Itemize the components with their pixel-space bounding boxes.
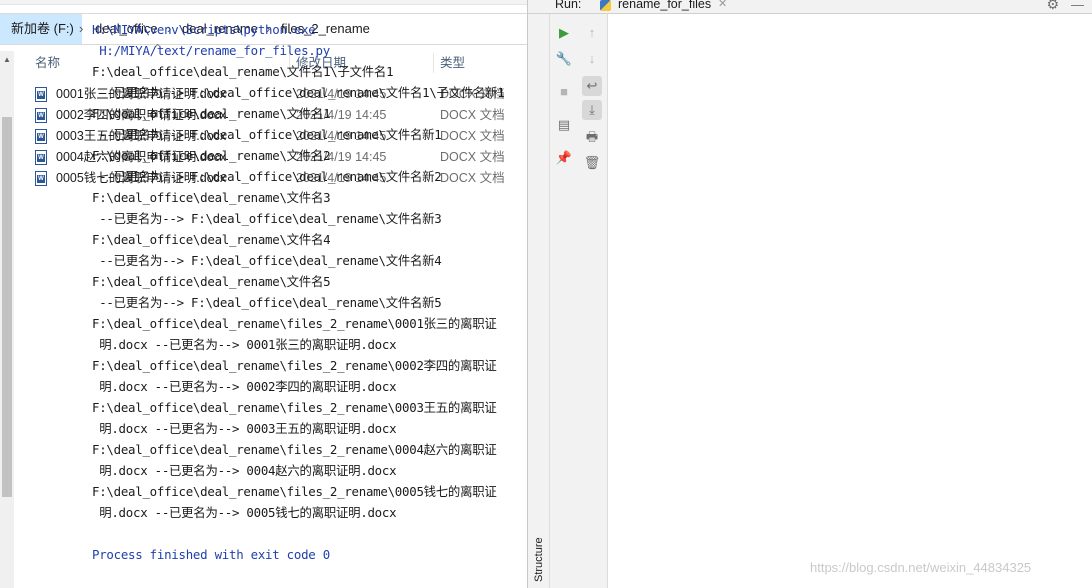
scroll-up-icon[interactable]: ▲ [3, 55, 11, 64]
console-line: H:/MIYA/text/rename_for_files.py [92, 43, 330, 58]
console-output[interactable]: H:\MIYA\venv\Scripts\python.exe H:/MIYA/… [92, 19, 562, 565]
console-line: F:\deal_office\deal_rename\文件名1 [92, 106, 331, 121]
console-line: 明.docx --已更名为--> 0005钱七的离职证明.docx [92, 505, 397, 520]
word-document-icon: W [35, 108, 47, 123]
console-line: F:\deal_office\deal_rename\files_2_renam… [92, 442, 497, 457]
console-line: F:\deal_office\deal_rename\文件名5 [92, 274, 331, 289]
console-exit-line: Process finished with exit code 0 [92, 547, 330, 562]
arrow-down-icon[interactable]: ↓ [582, 49, 602, 69]
word-document-icon: W [35, 171, 47, 186]
run-toolbar-secondary: ↑ ↓ ↩ ⤓ 🖶 🗑 [578, 14, 608, 588]
console-line: 明.docx --已更名为--> 0001张三的离职证明.docx [92, 337, 397, 352]
close-icon[interactable]: ✕ [718, 0, 727, 10]
console-line: F:\deal_office\deal_rename\files_2_renam… [92, 484, 497, 499]
word-document-icon: W [35, 150, 47, 165]
soft-wrap-icon[interactable]: ↩ [582, 76, 602, 96]
console-line: F:\deal_office\deal_rename\files_2_renam… [92, 400, 497, 415]
console-line: 明.docx --已更名为--> 0004赵六的离职证明.docx [92, 463, 397, 478]
print-icon[interactable]: 🖶 [582, 127, 602, 147]
console-line: H:\MIYA\venv\Scripts\python.exe [92, 22, 316, 37]
python-icon [600, 0, 611, 11]
column-header-name[interactable]: 名称 [35, 51, 60, 76]
chevron-right-icon[interactable]: › [79, 14, 83, 44]
ribbon-strip [0, 0, 527, 5]
arrow-up-icon[interactable]: ↑ [582, 23, 602, 43]
word-document-icon: W [35, 87, 47, 102]
console-line: F:\deal_office\deal_rename\文件名1\子文件名1 [92, 64, 394, 79]
console-line: F:\deal_office\deal_rename\文件名3 [92, 190, 331, 205]
word-document-icon: W [35, 129, 47, 144]
minimize-icon[interactable]: — [1071, 0, 1084, 12]
console-line: F:\deal_office\deal_rename\files_2_renam… [92, 316, 497, 331]
console-line: F:\deal_office\deal_rename\文件名4 [92, 232, 331, 247]
breadcrumb-drive[interactable]: 新加卷 (F:) [0, 14, 82, 44]
scrollbar-thumb[interactable] [2, 117, 12, 497]
navigation-pane-scrollbar[interactable]: ▲ [0, 51, 14, 588]
run-tab-label: rename_for_files [618, 0, 712, 11]
console-line: 明.docx --已更名为--> 0003王五的离职证明.docx [92, 421, 397, 436]
console-line: --已更名为--> F:\deal_office\deal_rename\文件名… [92, 127, 442, 142]
run-tool-window-header: Run: rename_for_files ✕ ⚙ — [528, 0, 1092, 14]
scroll-to-end-icon[interactable]: ⤓ [582, 100, 602, 120]
console-line: --已更名为--> F:\deal_office\deal_rename\文件名… [92, 169, 442, 184]
trash-icon[interactable]: 🗑 [582, 153, 602, 173]
gear-icon[interactable]: ⚙ [1046, 0, 1059, 13]
console-line: 明.docx --已更名为--> 0002李四的离职证明.docx [92, 379, 397, 394]
console-line: --已更名为--> F:\deal_office\deal_rename\文件名… [92, 85, 505, 100]
console-line: F:\deal_office\deal_rename\文件名2 [92, 148, 331, 163]
watermark: https://blog.csdn.net/weixin_44834325 [810, 560, 1032, 575]
console-line: --已更名为--> F:\deal_office\deal_rename\文件名… [92, 295, 442, 310]
console-line: --已更名为--> F:\deal_office\deal_rename\文件名… [92, 253, 442, 268]
console-line: F:\deal_office\deal_rename\files_2_renam… [92, 358, 497, 373]
run-label: Run: [555, 0, 582, 11]
console-line: --已更名为--> F:\deal_office\deal_rename\文件名… [92, 211, 442, 226]
ide-run-panel: Run: rename_for_files ✕ ⚙ — Structure ▶ … [527, 0, 1092, 588]
